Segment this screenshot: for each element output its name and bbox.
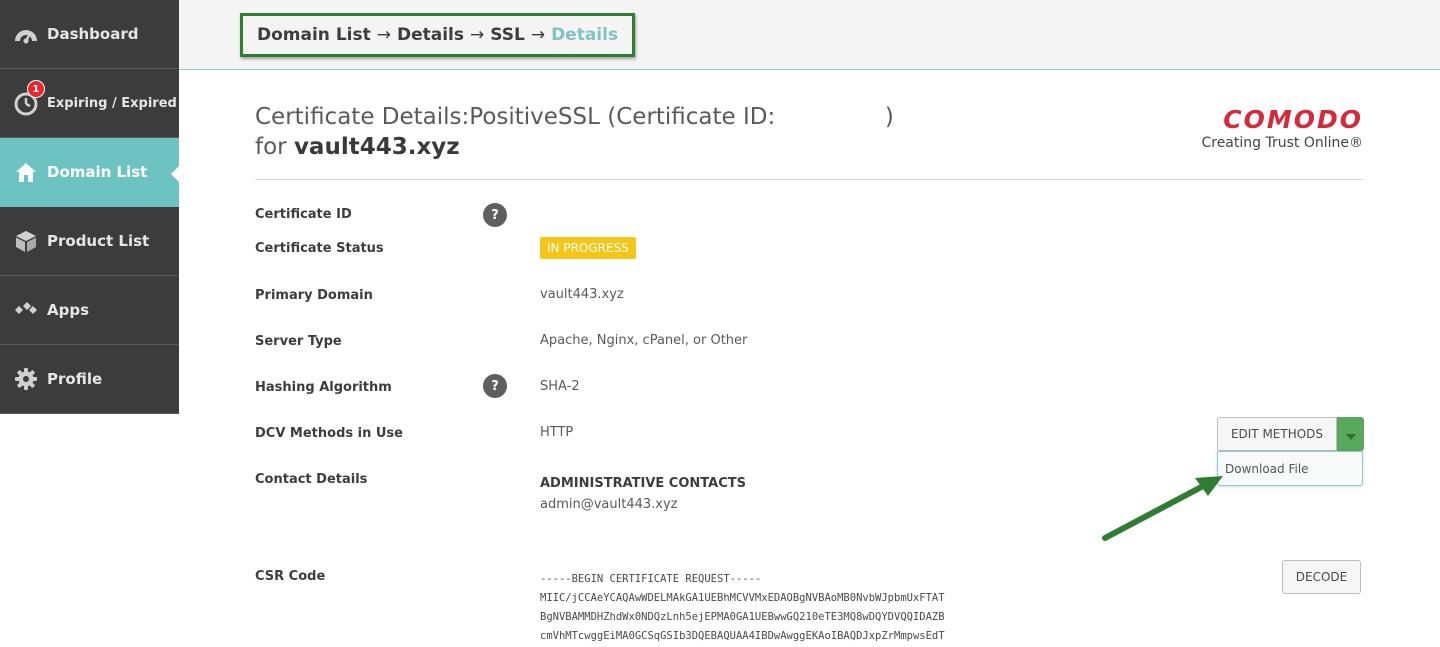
caret-down-icon xyxy=(1345,425,1356,444)
notification-badge: 1 xyxy=(27,80,45,98)
csr-code-text: -----BEGIN CERTIFICATE REQUEST----- MIIC… xyxy=(540,573,945,642)
dcv-methods-label: DCV Methods in Use xyxy=(255,426,403,441)
certificate-status-label: Certificate Status xyxy=(255,241,384,256)
sidebar-item-product-list[interactable]: Product List xyxy=(0,207,179,276)
breadcrumb-details[interactable]: Details xyxy=(397,25,464,45)
annotation-arrow-icon xyxy=(1102,476,1223,541)
breadcrumb-current: Details xyxy=(551,25,619,45)
sidebar-item-label: Dashboard xyxy=(47,25,139,43)
help-icon[interactable]: ? xyxy=(483,374,507,398)
breadcrumb-domain-list[interactable]: Domain List xyxy=(257,25,371,45)
hashing-algorithm-label: Hashing Algorithm xyxy=(255,380,392,395)
sidebar-item-label: Domain List xyxy=(47,163,148,181)
dcv-methods-value: HTTP xyxy=(540,425,574,440)
sidebar-item-label: Product List xyxy=(47,232,150,250)
download-file-menu-item[interactable]: Download File xyxy=(1217,451,1363,486)
comodo-logo: COMODO Creating Trust Online® xyxy=(1201,106,1363,152)
title-domain: vault443.xyz xyxy=(293,134,460,160)
box-icon xyxy=(12,227,40,255)
sidebar-item-expiring[interactable]: 1 Expiring / Expired xyxy=(0,69,179,138)
title-prefix: Certificate Details:PositiveSSL (Certifi… xyxy=(255,104,776,130)
title-for: for xyxy=(255,134,287,160)
gear-icon xyxy=(12,365,40,393)
csr-code-label: CSR Code xyxy=(255,569,326,584)
certificate-id-label: Certificate ID xyxy=(255,207,352,222)
sidebar: Dashboard 1 Expiring / Expired Domain Li… xyxy=(0,0,179,414)
server-type-label: Server Type xyxy=(255,334,342,349)
status-badge: IN PROGRESS xyxy=(540,237,636,259)
stopwatch-icon: 1 xyxy=(12,80,45,117)
breadcrumb: Domain List → Details → SSL → Details xyxy=(240,13,636,57)
title-suffix: ) xyxy=(884,104,894,130)
server-type-value: Apache, Nginx, cPanel, or Other xyxy=(540,333,748,348)
breadcrumb-separator: → xyxy=(376,25,391,45)
edit-methods-split-button: EDIT METHODS xyxy=(1217,417,1364,451)
hashing-algorithm-value: SHA-2 xyxy=(540,379,580,394)
contact-details-label: Contact Details xyxy=(255,472,368,487)
sidebar-item-label: Apps xyxy=(47,301,90,319)
logo-brand: COMODO xyxy=(1223,105,1363,134)
divider xyxy=(255,179,1363,180)
sidebar-item-domain-list[interactable]: Domain List xyxy=(0,138,179,207)
help-icon[interactable]: ? xyxy=(483,203,507,227)
sidebar-item-label: Expiring / Expired xyxy=(47,95,177,111)
sidebar-item-profile[interactable]: Profile xyxy=(0,345,179,414)
sidebar-item-apps[interactable]: Apps xyxy=(0,276,179,345)
logo-tagline: Creating Trust Online® xyxy=(1201,135,1363,151)
breadcrumb-separator: → xyxy=(530,25,546,45)
primary-domain-value: vault443.xyz xyxy=(540,287,624,302)
edit-methods-button[interactable]: EDIT METHODS xyxy=(1217,417,1337,451)
decode-button[interactable]: DECODE xyxy=(1282,560,1361,594)
primary-domain-label: Primary Domain xyxy=(255,288,373,303)
top-bar: Domain List → Details → SSL → Details xyxy=(179,0,1440,70)
dropdown-toggle[interactable] xyxy=(1337,417,1364,451)
administrative-contacts-heading: ADMINISTRATIVE CONTACTS xyxy=(540,476,746,491)
sidebar-item-label: Profile xyxy=(47,370,103,388)
contact-details-value: ADMINISTRATIVE CONTACTS admin@vault443.x… xyxy=(540,476,746,512)
page-title: Certificate Details:PositiveSSL (Certifi… xyxy=(255,102,1015,162)
contact-email: admin@vault443.xyz xyxy=(540,497,678,512)
breadcrumb-separator: → xyxy=(470,25,485,45)
home-icon xyxy=(12,158,40,186)
apps-diamonds-icon xyxy=(12,296,40,324)
sidebar-item-dashboard[interactable]: Dashboard xyxy=(0,0,179,69)
dashboard-gauge-icon xyxy=(12,20,40,48)
breadcrumb-ssl[interactable]: SSL xyxy=(490,25,525,45)
